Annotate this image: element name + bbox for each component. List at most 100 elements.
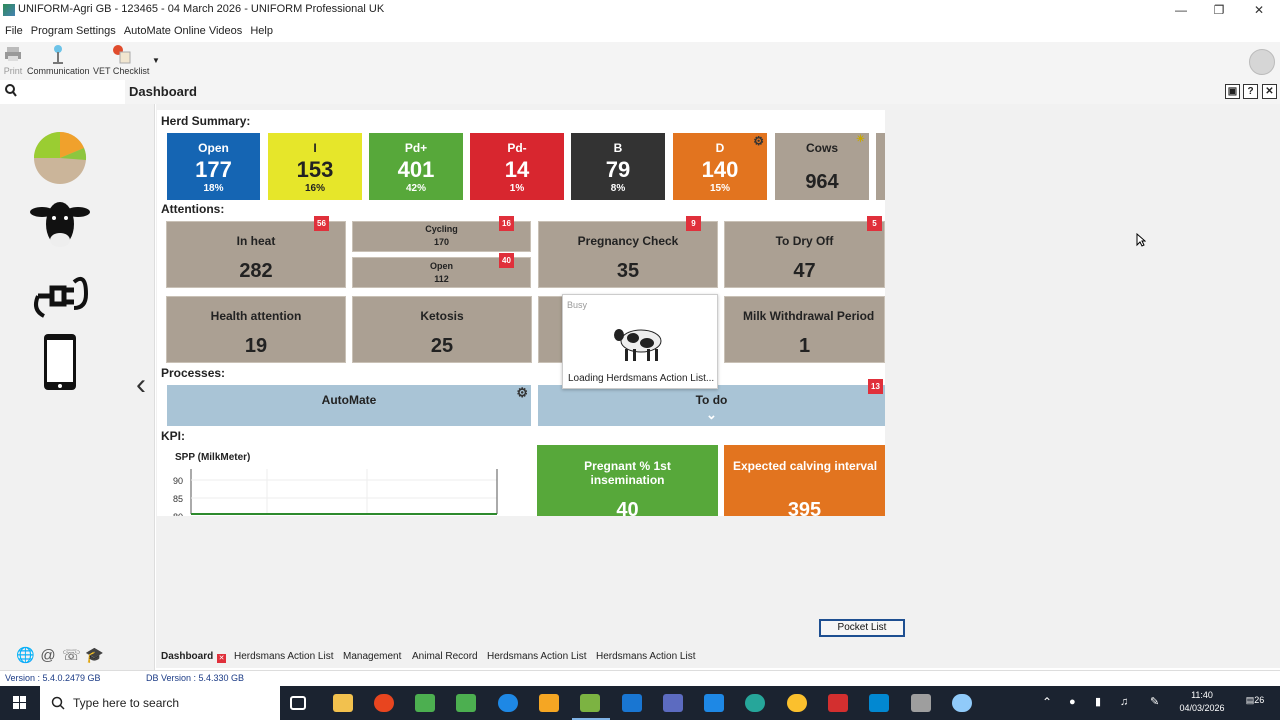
tab-bar: Dashboard ✕ Herdsmans Action List Manage…	[156, 648, 1280, 668]
kpi-expected-calving-interval[interactable]: Expected calving interval 395	[724, 445, 885, 516]
file-explorer-icon[interactable]	[333, 694, 353, 712]
attention-ketosis[interactable]: Ketosis 25	[352, 296, 532, 363]
tile-inseminated[interactable]: I 153 16%	[268, 133, 362, 200]
calculator-icon[interactable]	[911, 694, 931, 712]
cow-icon[interactable]	[30, 194, 90, 254]
tile-open[interactable]: Open 177 18%	[167, 133, 260, 200]
taskbar: Type here to search ⌃ ● ▮ ♫ ✎ 11:40 04/0…	[0, 686, 1280, 720]
title-bar: UNIFORM-Agri GB - 123465 - 04 March 2026…	[0, 0, 1280, 20]
toolbar-dropdown-icon[interactable]: ▼	[152, 56, 160, 65]
outlook-icon[interactable]	[622, 694, 642, 712]
tile-dry[interactable]: D 140 15% ⚙	[673, 133, 767, 200]
window-mode-button[interactable]: ▣	[1225, 84, 1240, 99]
automate-gear-icon[interactable]: ⚙	[516, 385, 528, 401]
menu-file[interactable]: File	[5, 22, 23, 40]
edge-icon[interactable]	[745, 694, 765, 712]
toolbar: Print Communication VET Checklist ▼	[0, 42, 1280, 80]
window-title: UNIFORM-Agri GB - 123465 - 04 March 2026…	[18, 3, 385, 15]
clock[interactable]: 11:40 04/03/2026	[1172, 689, 1232, 715]
tile-pd-positive[interactable]: Pd+ 401 42%	[369, 133, 463, 200]
process-automate[interactable]: AutoMate ⚙	[167, 385, 531, 426]
menu-automate-videos[interactable]: AutoMate Online Videos	[124, 22, 242, 40]
version-text: Version : 5.4.0.2479 GB	[5, 673, 101, 683]
pie-chart-icon[interactable]	[30, 126, 90, 186]
task-view-icon[interactable]	[290, 696, 306, 710]
attention-health[interactable]: Health attention 19	[166, 296, 346, 363]
taskbar-search-icon	[51, 696, 65, 710]
vet-checklist-button[interactable]: VET Checklist	[93, 44, 149, 76]
help-button[interactable]: ?	[1243, 84, 1258, 99]
attention-in-heat[interactable]: In heat 282 56	[166, 216, 346, 288]
attention-milk-withdrawal[interactable]: Milk Withdrawal Period 1	[724, 296, 885, 363]
tab-dashboard[interactable]: Dashboard	[161, 651, 213, 662]
page-header: Dashboard ▣ ? ✕	[125, 80, 1280, 104]
tab-herdsmans-action-list[interactable]: Herdsmans Action List	[234, 651, 334, 662]
globe-icon[interactable]: 🌐	[16, 647, 35, 665]
close-dashboard-button[interactable]: ✕	[1262, 84, 1277, 99]
upm-icon-1[interactable]	[415, 694, 435, 712]
sidebar: 🌐 @ ☏ 🎓	[0, 104, 155, 670]
mouse-cursor-icon	[1136, 233, 1146, 247]
communication-button[interactable]: Communication	[27, 44, 90, 76]
pregnancy-check-badge: 9	[686, 216, 701, 231]
process-to-do[interactable]: To do ⌄ 13	[538, 379, 885, 426]
antenna-icon	[47, 44, 69, 64]
gear-icon[interactable]: ⚙	[753, 134, 764, 148]
kpi-label: KPI:	[161, 429, 185, 443]
notifications-icon[interactable]: ▤26	[1244, 694, 1266, 712]
chrome-icon[interactable]	[787, 694, 807, 712]
email-icon[interactable]: @	[39, 647, 57, 665]
menu-help[interactable]: Help	[250, 22, 273, 40]
sun-icon[interactable]: ☀	[856, 134, 865, 145]
tile-b[interactable]: B 79 8%	[571, 133, 665, 200]
attention-pregnancy-check[interactable]: Pregnancy Check 35 9	[538, 216, 718, 288]
y-tick-label: 85	[173, 494, 183, 504]
tile-pd-negative[interactable]: Pd- 14 1%	[470, 133, 564, 200]
volume-icon[interactable]: ♫	[1120, 696, 1128, 709]
attention-open[interactable]: Open 112 40	[352, 253, 531, 288]
cow-loading-icon	[614, 329, 662, 361]
close-window-button[interactable]: ✕	[1240, 0, 1278, 20]
tile-cows[interactable]: Cows 964 ☀	[775, 133, 869, 200]
attention-cycling[interactable]: Cycling 170 16	[352, 216, 531, 252]
attention-to-dry-off[interactable]: To Dry Off 47 5	[724, 216, 885, 288]
teamviewer-icon[interactable]	[498, 694, 518, 712]
snowflake-icon[interactable]	[952, 694, 972, 712]
tab-herdsmans-action-list-2[interactable]: Herdsmans Action List	[487, 651, 587, 662]
uniform-icon[interactable]	[580, 694, 600, 712]
print-button[interactable]: Print	[2, 44, 24, 76]
close-tab-icon[interactable]: ✕	[217, 654, 226, 663]
app-icon-red[interactable]	[374, 694, 394, 712]
menu-program-settings[interactable]: Program Settings	[31, 22, 116, 40]
message-icon[interactable]	[1249, 49, 1275, 75]
chevron-down-icon[interactable]: ⌄	[538, 407, 885, 423]
collapse-sidebar-icon[interactable]: ‹	[136, 370, 152, 404]
phone-icon[interactable]: ☏	[62, 647, 81, 665]
chart-title: SPP (MilkMeter)	[175, 452, 251, 463]
mail-icon[interactable]	[704, 694, 724, 712]
microphone-icon[interactable]: ●	[1069, 696, 1076, 709]
upm-icon-2[interactable]	[456, 694, 476, 712]
teams-icon[interactable]	[663, 694, 683, 712]
pocket-list-button[interactable]: Pocket List	[819, 619, 905, 637]
tab-management[interactable]: Management	[343, 651, 401, 662]
minimize-button[interactable]: —	[1162, 0, 1200, 20]
app-icon-orange[interactable]	[539, 694, 559, 712]
pen-icon[interactable]: ✎	[1150, 696, 1159, 709]
battery-icon[interactable]: ▮	[1095, 696, 1101, 709]
printer-icon	[2, 44, 24, 64]
app-icon-pink[interactable]	[828, 694, 848, 712]
kpi-pregnant-first-insemination[interactable]: Pregnant % 1st insemination 40	[537, 445, 718, 516]
plug-icon[interactable]	[30, 262, 90, 322]
tray-chevron-icon[interactable]: ⌃	[1042, 696, 1052, 709]
open-badge: 40	[499, 253, 514, 268]
windows-start-icon[interactable]	[0, 686, 40, 720]
skype-icon[interactable]	[869, 694, 889, 712]
tab-herdsmans-action-list-3[interactable]: Herdsmans Action List	[596, 651, 696, 662]
tab-animal-record[interactable]: Animal Record	[412, 651, 478, 662]
dashboard-panel: Herd Summary: Open 177 18% I 153 16% Pd+…	[157, 110, 885, 516]
education-icon[interactable]: 🎓	[85, 647, 104, 665]
restore-button[interactable]: ❐	[1200, 0, 1238, 20]
mobile-phone-icon[interactable]	[30, 332, 90, 392]
taskbar-search[interactable]: Type here to search	[40, 686, 280, 720]
